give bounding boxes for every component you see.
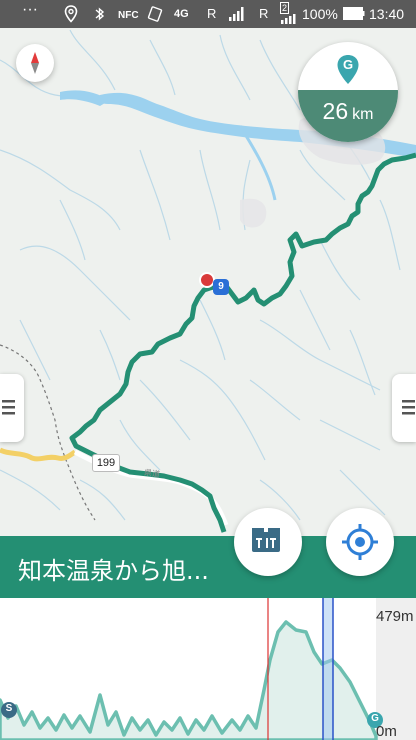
goal-distance-badge[interactable]: G 26 km — [298, 42, 398, 142]
sim-badge: 2 — [280, 2, 290, 14]
route-list-button[interactable] — [234, 508, 302, 576]
notification-dots: ··· — [22, 1, 38, 18]
road-number-label: 199 — [92, 454, 120, 472]
clock: 13:40 — [369, 6, 405, 22]
status-bar: ··· NFC 4G R R 2 100% 13:40 — [0, 0, 416, 28]
location-status-icon — [64, 5, 78, 23]
battery-percent: 100% — [302, 6, 338, 22]
distance-unit: km — [352, 106, 374, 123]
distance-value: 26 — [322, 98, 349, 124]
left-drawer-tab[interactable] — [0, 374, 24, 442]
goal-letter: G — [342, 57, 354, 72]
network-type: 4G — [174, 8, 189, 20]
distance-readout: 26 km — [298, 98, 398, 125]
battery-icon — [343, 7, 365, 20]
village-area — [240, 198, 267, 228]
signal-2-icon — [281, 14, 296, 24]
right-drawer-tab[interactable] — [392, 374, 416, 442]
vibrate-icon — [147, 6, 163, 22]
menu-icon — [402, 400, 415, 415]
compass-icon — [31, 52, 39, 74]
bluetooth-icon — [95, 7, 105, 21]
start-marker-label: S — [5, 703, 13, 714]
locate-me-button[interactable] — [326, 508, 394, 576]
current-position-marker — [199, 272, 215, 288]
route-title: 知本温泉から旭... — [18, 557, 209, 585]
menu-icon — [2, 400, 15, 415]
elevation-area — [0, 620, 378, 740]
compass-button[interactable] — [16, 44, 54, 82]
min-elevation-label: 0m — [376, 723, 397, 740]
road-name-label: 県道 — [143, 467, 161, 480]
signal-icon — [229, 7, 244, 21]
max-elevation-label: 479m — [376, 608, 414, 625]
selection-band — [323, 598, 333, 740]
roaming-indicator-2: R — [259, 6, 269, 21]
elevation-chart[interactable] — [0, 598, 416, 740]
roaming-indicator-1: R — [207, 6, 217, 21]
nfc-indicator: NFC — [118, 10, 139, 21]
route-number-marker: 9 — [213, 279, 229, 295]
crosshair-icon — [342, 524, 378, 560]
route-list-icon — [252, 528, 280, 552]
river-branch — [60, 90, 110, 106]
elevation-profile[interactable]: S G 479m 0m — [0, 598, 416, 740]
